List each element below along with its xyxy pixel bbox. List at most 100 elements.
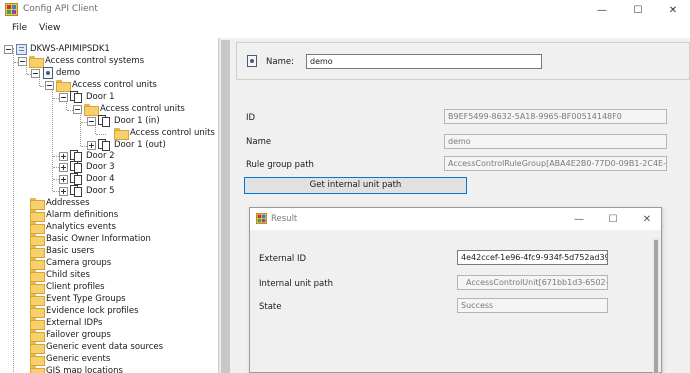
menu-view[interactable]: View — [39, 23, 60, 33]
tree-node-failover-groups[interactable]: Failover groups — [30, 329, 111, 342]
expand-icon[interactable] — [59, 151, 68, 161]
close-button[interactable]: ✕ — [655, 0, 690, 20]
tree-label: Camera groups — [46, 258, 112, 268]
id-label: ID — [246, 113, 256, 123]
collapse-icon[interactable] — [87, 116, 96, 126]
tree-label: Door 1 (out) — [114, 140, 166, 150]
dialog-close-button[interactable]: ✕ — [630, 208, 664, 230]
tree-label: Door 3 — [86, 162, 115, 172]
tree-node-client-profiles[interactable]: Client profiles — [30, 281, 105, 294]
tree-node-root[interactable]: DKWS-APIMIPSDK1 — [4, 43, 110, 55]
tree-node-external-idps[interactable]: External IDPs — [30, 317, 102, 330]
tree-node-basic-owner-information[interactable]: Basic Owner Information — [30, 233, 151, 246]
tree-scrollbar-thumb[interactable] — [221, 40, 230, 373]
tree-node-door-3[interactable]: Door 3 — [59, 161, 115, 173]
external-id-label: External ID — [259, 254, 307, 264]
menu-file[interactable]: File — [12, 23, 27, 33]
name-label: Name: — [266, 57, 294, 67]
tree-label: Generic events — [46, 354, 111, 364]
dialog-maximize-button[interactable]: ☐ — [596, 208, 630, 230]
tree-node-door-5[interactable]: Door 5 — [59, 185, 115, 197]
folder-icon — [30, 306, 45, 318]
collapse-icon[interactable] — [18, 56, 27, 66]
get-internal-unit-path-button[interactable]: Get internal unit path — [244, 177, 467, 194]
tree-label: Access control units — [100, 104, 185, 114]
tree-node-generic-events[interactable]: Generic events — [30, 353, 111, 366]
folder-icon — [30, 210, 45, 222]
collapse-icon[interactable] — [45, 80, 54, 90]
id-field[interactable]: B9EF5499-8632-5A18-9965-BF00514148F0 — [444, 109, 667, 124]
name2-label: Name — [246, 137, 272, 147]
folder-icon — [114, 128, 129, 140]
tree-label: Alarm definitions — [46, 210, 119, 220]
tree-node-evidence-lock-profiles[interactable]: Evidence lock profiles — [30, 305, 139, 318]
expand-icon[interactable] — [59, 162, 68, 172]
tree-label: Door 1 (in) — [114, 116, 160, 126]
folder-icon — [30, 258, 45, 270]
expand-icon[interactable] — [59, 186, 68, 196]
app-icon — [256, 213, 267, 224]
tree-node-event-type-groups[interactable]: Event Type Groups — [30, 293, 126, 306]
folder-icon — [56, 80, 71, 92]
tree-label: Door 4 — [86, 174, 115, 184]
internal-unit-path-field[interactable]: AccessControlUnit[671bb1d3-6502-5fa — [457, 275, 608, 290]
tree-node-analytics-events[interactable]: Analytics events — [30, 221, 116, 234]
minimize-button[interactable]: — — [584, 0, 620, 20]
tree-node-basic-users[interactable]: Basic users — [30, 245, 95, 258]
tree-node-access-control-systems[interactable]: Access control systems — [18, 55, 144, 68]
maximize-button[interactable]: ☐ — [620, 0, 656, 20]
external-id-field[interactable]: 4e42ccef-1e96-4fc9-934f-5d752ad3990f — [457, 250, 608, 265]
tree-node-door-1-in[interactable]: Door 1 (in) — [87, 115, 160, 127]
tree-label: GIS map locations — [46, 366, 123, 373]
internal-unit-path-label: Internal unit path — [259, 279, 333, 289]
tree-view[interactable]: DKWS-APIMIPSDK1 Access control systems d… — [0, 38, 219, 373]
tree-node-demo[interactable]: demo — [31, 67, 80, 79]
door-icon — [70, 185, 83, 197]
state-label: State — [259, 302, 282, 312]
tree-node-access-control-units[interactable]: Access control units — [45, 79, 157, 92]
dialog-scrollbar-thumb[interactable] — [654, 240, 658, 373]
folder-icon — [84, 104, 99, 116]
tree-node-door-4[interactable]: Door 4 — [59, 173, 115, 185]
tree-node-alarm-definitions[interactable]: Alarm definitions — [30, 209, 119, 222]
tree-node-acu-nested[interactable]: Access control units — [73, 103, 185, 116]
collapse-icon[interactable] — [4, 44, 13, 54]
tree-label: DKWS-APIMIPSDK1 — [30, 44, 110, 54]
dialog-minimize-button[interactable]: — — [562, 208, 596, 230]
tree-node-generic-event-data-sources[interactable]: Generic event data sources — [30, 341, 163, 354]
name-field[interactable]: demo — [444, 134, 667, 149]
folder-icon — [30, 354, 45, 366]
tree-node-camera-groups[interactable]: Camera groups — [30, 257, 112, 270]
collapse-icon[interactable] — [31, 68, 40, 78]
window-title: Config API Client — [23, 4, 98, 14]
name-header-field[interactable]: demo — [306, 54, 542, 69]
dialog-title: Result — [271, 214, 298, 224]
collapse-icon[interactable] — [73, 104, 82, 114]
tree-node-door-1[interactable]: Door 1 — [59, 91, 115, 103]
tree-node-acu-deep[interactable]: Access control units — [114, 127, 215, 140]
access-system-icon — [247, 55, 257, 67]
tree-label: Access control units — [130, 128, 215, 138]
tree-label: Door 5 — [86, 186, 115, 196]
folder-icon — [30, 294, 45, 306]
access-system-icon — [43, 67, 53, 79]
tree-node-child-sites[interactable]: Child sites — [30, 269, 90, 282]
app-icon — [5, 3, 18, 16]
tree-node-addresses[interactable]: Addresses — [30, 197, 90, 210]
tree-label: Access control units — [72, 80, 157, 90]
expand-icon[interactable] — [87, 140, 96, 150]
door-icon — [70, 173, 83, 185]
collapse-icon[interactable] — [59, 92, 68, 102]
tree-label: Child sites — [46, 270, 90, 280]
state-field[interactable]: Success — [457, 298, 608, 313]
tree-label: Door 1 — [86, 92, 115, 102]
expand-icon[interactable] — [59, 174, 68, 184]
tree-label: demo — [56, 68, 81, 78]
tree-label: Analytics events — [46, 222, 116, 232]
tree-node-gis-map-locations[interactable]: GIS map locations — [30, 365, 123, 373]
folder-icon — [30, 366, 45, 373]
rule-group-path-field[interactable]: AccessControlRuleGroup[ABA4E2B0-77D0-09B… — [444, 156, 667, 171]
server-icon — [16, 43, 27, 55]
tree-label: Failover groups — [46, 330, 111, 340]
tree-label: Basic users — [46, 246, 95, 256]
